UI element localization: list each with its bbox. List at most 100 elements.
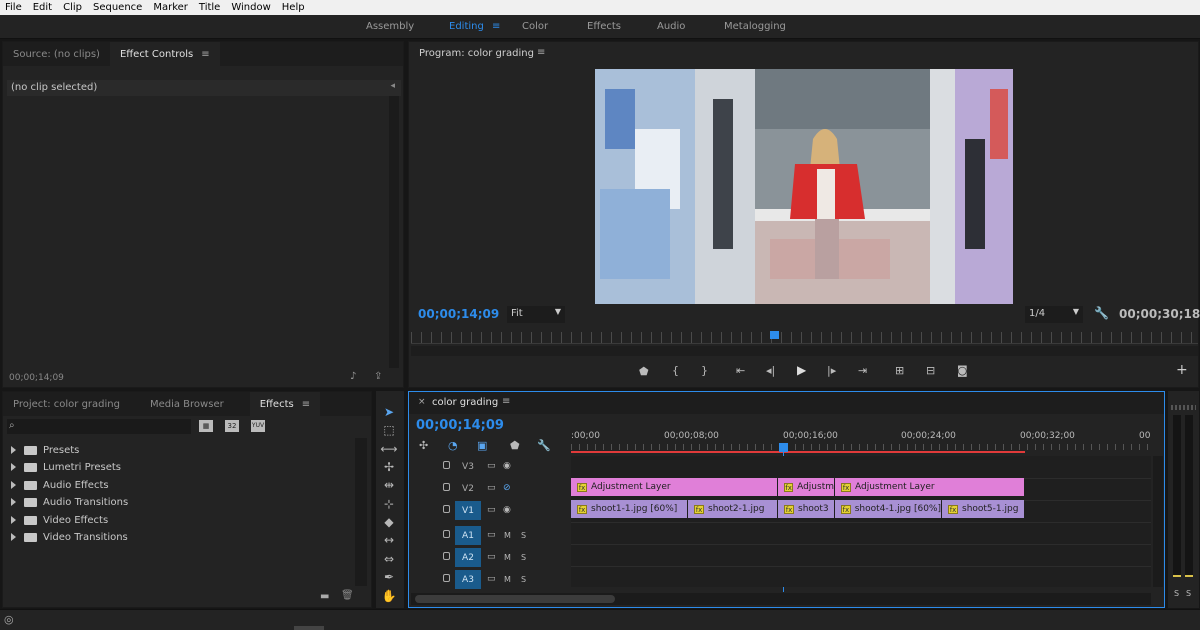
panel-menu-icon[interactable]: ≡ [201,49,209,60]
accelerated-effects-icon[interactable]: ▦ [199,420,213,432]
audio-only-icon[interactable]: ♪ [350,371,356,382]
solo-left-button[interactable]: S [1174,589,1179,598]
collapse-icon[interactable]: ◂ [390,81,395,91]
expand-icon[interactable] [11,463,16,471]
solo-button[interactable]: S [521,530,526,541]
timeline-ruler[interactable]: :00;00 00;00;08;00 00;00;16;00 00;00;24;… [571,428,1151,454]
solo-right-button[interactable]: S [1186,589,1191,598]
track-label-a3[interactable]: A3 [455,570,481,589]
effects-folder-audio-effects[interactable]: Audio Effects [11,477,109,493]
effect-controls-scrollbar[interactable] [389,96,399,368]
pen-tool-icon[interactable]: ✒ [380,570,398,584]
timeline-vertical-scrollbar[interactable] [1153,456,1163,587]
timeline-clip-shoot5[interactable]: fx shoot5-1.jpg [942,500,1024,518]
go-to-out-icon[interactable]: ⇥ [858,364,867,377]
tab-source[interactable]: Source: (no clips) [3,42,110,66]
workspace-effects[interactable]: Effects [587,21,621,32]
workspace-metalogging[interactable]: Metalogging [724,21,786,32]
rate-stretch-tool-icon[interactable]: ⇹ [380,478,398,492]
resolution-select[interactable]: 1/4 ▼ [1025,306,1083,323]
expand-icon[interactable] [11,446,16,454]
effects-folder-video-effects[interactable]: Video Effects [11,512,108,528]
solo-button[interactable]: S [521,552,526,563]
trash-icon[interactable]: 🗑 [341,590,354,601]
zoom-select[interactable]: Fit ▼ [507,306,565,323]
selection-tool-icon[interactable]: ➤ [380,405,398,419]
workspace-editing[interactable]: Editing [449,21,484,32]
film-icon[interactable]: ▭ [487,552,496,563]
lock-icon[interactable] [443,552,450,560]
menu-clip[interactable]: Clip [58,2,88,13]
export-icon[interactable]: ⇪ [374,371,382,382]
razor-tool-icon[interactable]: ⊹ [380,497,398,511]
menu-file[interactable]: File [0,2,28,13]
tab-project[interactable]: Project: color grading [3,392,130,416]
workspace-menu-icon[interactable]: ≡ [492,21,500,32]
step-forward-icon[interactable]: |▸ [827,364,836,377]
effects-folder-audio-transitions[interactable]: Audio Transitions [11,494,128,510]
extract-icon[interactable]: ⊟ [926,364,935,377]
timeline-clip-shoot3[interactable]: fx shoot3 [778,500,834,518]
menu-marker[interactable]: Marker [148,2,194,13]
workspace-assembly[interactable]: Assembly [366,21,414,32]
mark-out-icon[interactable]: } [701,364,708,377]
film-icon[interactable]: ▭ [487,505,496,516]
film-icon[interactable]: ▭ [487,461,496,472]
panel-menu-icon[interactable]: ≡ [302,399,310,410]
slide-tool-alt-icon[interactable]: ⇔ [380,552,398,566]
timeline-clip-shoot2[interactable]: fx shoot2-1.jpg [688,500,777,518]
timeline-clip-shoot1[interactable]: fx shoot1-1.jpg [60%] [571,500,687,518]
expand-icon[interactable] [11,481,16,489]
track-label-v2[interactable]: V2 [455,479,481,498]
menu-edit[interactable]: Edit [28,2,58,13]
timeline-clip-shoot4[interactable]: fx shoot4-1.jpg [60%] [835,500,941,518]
slip-tool-icon[interactable]: ◆ [380,515,398,529]
effects-search-input[interactable]: ⌕ [7,419,191,434]
slide-tool-icon[interactable]: ↔ [380,533,398,547]
menu-sequence[interactable]: Sequence [88,2,148,13]
tab-media-browser[interactable]: Media Browser [140,392,234,416]
mark-in-icon[interactable]: { [672,364,679,377]
timeline-wrench-icon[interactable]: 🔧 [537,440,551,451]
track-label-v1[interactable]: V1 [455,501,481,520]
program-playhead[interactable] [770,331,779,339]
track-label-v3[interactable]: V3 [455,457,481,476]
timeline-horizontal-scrollbar[interactable] [411,593,1151,605]
menu-help[interactable]: Help [277,2,311,13]
wrench-icon[interactable]: 🔧 [1094,306,1109,320]
new-folder-icon[interactable]: ▬ [320,591,329,602]
expand-icon[interactable] [11,498,16,506]
add-marker-timeline-icon[interactable]: ▣ [477,440,487,451]
lock-icon[interactable] [443,574,450,582]
expand-icon[interactable] [11,533,16,541]
program-zoom-scrollbar[interactable] [411,346,1198,356]
marker-icon[interactable]: ⬟ [510,440,520,451]
eye-icon[interactable]: ◉ [503,505,511,516]
lock-icon[interactable] [443,483,450,491]
timeline-scroll-thumb[interactable] [415,595,615,603]
tab-effects[interactable]: Effects ≡ [249,392,321,416]
lock-icon[interactable] [443,505,450,513]
film-icon[interactable]: ▭ [487,483,496,494]
hand-tool-icon[interactable]: ✋ [380,589,398,603]
effects-folder-lumetri-presets[interactable]: Lumetri Presets [11,459,121,475]
add-button-icon[interactable]: + [1176,362,1188,378]
add-marker-icon[interactable]: ⬟ [639,365,649,378]
solo-button[interactable]: S [521,574,526,585]
32bit-effects-badge[interactable]: 32 [225,420,239,432]
rolling-edit-tool-icon[interactable]: ✢ [380,460,398,474]
timeline-clip-adjustment-layer[interactable]: fx Adjustment Layer [835,478,1024,496]
mute-button[interactable]: M [504,530,511,541]
effects-folder-presets[interactable]: Presets [11,442,79,458]
timeline-menu-icon[interactable]: ≡ [502,396,510,407]
program-scrub-ruler[interactable] [411,332,1198,344]
effects-folder-video-transitions[interactable]: Video Transitions [11,529,128,545]
track-select-tool-icon[interactable]: ⬚ [380,423,398,437]
menu-window[interactable]: Window [226,2,276,13]
workspace-audio[interactable]: Audio [657,21,685,32]
timeline-playhead-handle[interactable] [779,443,788,452]
film-icon[interactable]: ▭ [487,530,496,541]
track-label-a2[interactable]: A2 [455,548,481,567]
lock-icon[interactable] [443,461,450,469]
timeline-tab-label[interactable]: color grading [432,397,498,408]
